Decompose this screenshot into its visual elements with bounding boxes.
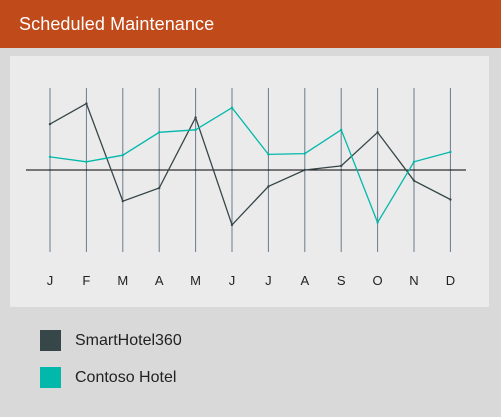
data-point-s2-2 <box>85 160 88 163</box>
line-chart: JFMAMJJASOND <box>26 88 466 288</box>
data-point-s2-7 <box>267 153 270 156</box>
legend-label-series-2: Contoso Hotel <box>75 368 177 386</box>
data-point-s1-9 <box>340 164 343 168</box>
data-point-s1-12 <box>449 198 452 201</box>
x-tick-label-6: J <box>229 273 236 288</box>
chart-card: Scheduled Maintenance J F M A M J J A S O N D Smart… <box>0 0 501 417</box>
data-point-s2-10 <box>376 221 379 224</box>
x-tick-label-10: O <box>373 273 383 288</box>
data-point-s1-8 <box>303 168 306 172</box>
data-point-s1-5 <box>194 116 197 119</box>
data-point-s2-9 <box>340 128 343 132</box>
legend-swatch-series-1 <box>40 330 61 351</box>
data-point-s2-12 <box>449 150 452 154</box>
x-tick-label-7: J <box>265 273 272 288</box>
x-tick-label-1: J <box>47 273 54 288</box>
data-point-s2-11 <box>412 160 416 163</box>
data-point-s2-3 <box>121 154 125 157</box>
legend-item-series-1: SmartHotel360 <box>40 330 182 351</box>
data-point-s1-7 <box>267 185 270 188</box>
data-point-s1-4 <box>158 186 161 190</box>
data-point-s1-11 <box>412 179 416 182</box>
data-point-s1-2 <box>85 102 88 105</box>
header-bar: Scheduled Maintenance <box>0 0 501 48</box>
data-point-s2-4 <box>158 131 161 134</box>
x-tick-label-12: D <box>446 273 455 288</box>
x-tick-label-9: S <box>337 273 346 288</box>
series-line-1 <box>49 102 451 227</box>
x-tick-label-8: A <box>300 273 309 288</box>
data-point-s2-8 <box>303 152 306 155</box>
data-point-s1-3 <box>121 199 125 203</box>
data-point-s2-5 <box>194 128 197 132</box>
data-point-s1-1 <box>48 122 52 126</box>
legend-label-series-1: SmartHotel360 <box>75 331 182 349</box>
x-tick-label-3: M <box>117 273 128 288</box>
data-point-s2-6 <box>230 106 234 109</box>
x-tick-label-5: M <box>190 273 201 288</box>
legend-item-series-2: Contoso Hotel <box>40 367 176 388</box>
chart-title: Scheduled Maintenance <box>19 13 215 34</box>
data-point-s1-6 <box>230 223 234 227</box>
plot-area: JFMAMJJASOND <box>10 56 489 307</box>
data-point-s1-10 <box>376 131 379 134</box>
x-tick-label-4: A <box>155 273 164 288</box>
x-tick-label-2: F <box>82 273 90 288</box>
data-point-s2-1 <box>48 155 52 159</box>
legend-swatch-series-2 <box>40 367 61 388</box>
x-tick-label-11: N <box>409 273 418 288</box>
